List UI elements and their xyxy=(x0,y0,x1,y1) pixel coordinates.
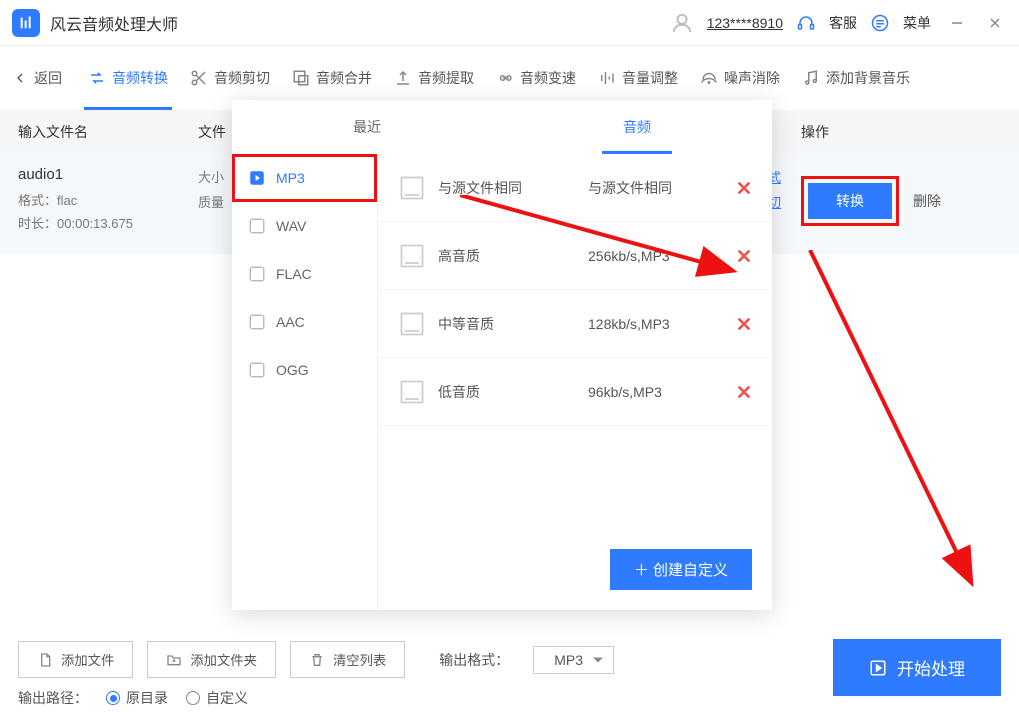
close-button[interactable] xyxy=(983,11,1007,35)
file-add-icon xyxy=(37,652,53,668)
tab-bgmusic[interactable]: 添加背景音乐 xyxy=(798,46,914,110)
speed-icon xyxy=(496,69,514,87)
file-icon xyxy=(398,310,426,338)
tab-audio-convert[interactable]: 音频转换 xyxy=(84,46,172,110)
file-icon xyxy=(398,378,426,406)
title-bar: 风云音频处理大师 123****8910 客服 菜单 xyxy=(0,0,1019,46)
play-icon xyxy=(869,659,887,677)
app-logo xyxy=(12,9,40,37)
user-icon xyxy=(671,12,693,34)
panel-tab-recent[interactable]: 最近 xyxy=(232,100,502,154)
user-id[interactable]: 123****8910 xyxy=(707,15,783,31)
extract-icon xyxy=(394,69,412,87)
back-label: 返回 xyxy=(34,68,62,88)
clear-list-button[interactable]: 清空列表 xyxy=(290,641,405,678)
annotation-arrow xyxy=(790,250,990,600)
audio-icon xyxy=(248,217,266,235)
quality-row[interactable]: 低音质 96kb/s,MP3 xyxy=(378,358,772,426)
radio-custom-dir[interactable]: 自定义 xyxy=(186,688,248,708)
format-mp3[interactable]: MP3 xyxy=(232,154,377,202)
audio-icon xyxy=(248,265,266,283)
start-process-button[interactable]: 开始处理 xyxy=(833,639,1001,696)
menu-label[interactable]: 菜单 xyxy=(903,13,931,33)
minimize-button[interactable] xyxy=(945,11,969,35)
output-format-label: 输出格式： xyxy=(439,650,509,670)
quality-row[interactable]: 中等音质 128kb/s,MP3 xyxy=(378,290,772,358)
noise-icon xyxy=(700,69,718,87)
file-duration: 时长：00:00:13.675 xyxy=(18,212,198,235)
file-name: audio1 xyxy=(18,166,198,183)
convert-highlight: 转换 xyxy=(801,176,899,226)
merge-icon xyxy=(292,69,310,87)
col-name: 输入文件名 xyxy=(18,122,198,142)
file-icon xyxy=(398,174,426,202)
quality-pane: 与源文件相同 与源文件相同 高音质 256kb/s,MP3 中等音质 128kb… xyxy=(378,154,772,610)
delete-button[interactable]: 删除 xyxy=(913,191,941,211)
create-custom-button[interactable]: ＋ 创建自定义 xyxy=(610,549,752,590)
convert-button[interactable]: 转换 xyxy=(808,183,892,219)
volume-icon xyxy=(598,69,616,87)
file-icon xyxy=(398,242,426,270)
audio-icon xyxy=(248,169,266,187)
format-panel: 最近 音频 MP3 WAV FLAC AAC OGG xyxy=(232,100,772,610)
format-ogg[interactable]: OGG xyxy=(232,346,377,394)
format-wav[interactable]: WAV xyxy=(232,202,377,250)
quality-row[interactable]: 高音质 256kb/s,MP3 xyxy=(378,222,772,290)
format-sidebar: MP3 WAV FLAC AAC OGG xyxy=(232,154,378,610)
scissors-icon xyxy=(190,69,208,87)
app-title: 风云音频处理大师 xyxy=(50,11,178,35)
radio-original-dir[interactable]: 原目录 xyxy=(106,688,168,708)
col-op: 操作 xyxy=(801,122,1001,142)
delete-icon[interactable] xyxy=(736,248,752,264)
delete-icon[interactable] xyxy=(736,180,752,196)
convert-icon xyxy=(88,69,106,87)
delete-icon[interactable] xyxy=(736,384,752,400)
bottom-bar: 添加文件 添加文件夹 清空列表 输出格式： MP3 输出路径： 原目录 自定义 … xyxy=(0,627,1019,722)
back-button[interactable]: 返回 xyxy=(12,68,62,88)
delete-icon[interactable] xyxy=(736,316,752,332)
trash-icon xyxy=(309,652,325,668)
music-icon xyxy=(802,69,820,87)
headset-icon xyxy=(797,14,815,32)
service-label[interactable]: 客服 xyxy=(829,13,857,33)
quality-row[interactable]: 与源文件相同 与源文件相同 xyxy=(378,154,772,222)
format-aac[interactable]: AAC xyxy=(232,298,377,346)
menu-icon xyxy=(871,14,889,32)
audio-icon xyxy=(248,313,266,331)
folder-add-icon xyxy=(166,652,182,668)
add-file-button[interactable]: 添加文件 xyxy=(18,641,133,678)
audio-icon xyxy=(248,361,266,379)
panel-tab-audio[interactable]: 音频 xyxy=(502,100,772,154)
output-path-label: 输出路径： xyxy=(18,688,88,708)
file-format: 格式：flac xyxy=(18,189,198,212)
output-format-select[interactable]: MP3 xyxy=(533,646,614,674)
format-flac[interactable]: FLAC xyxy=(232,250,377,298)
add-folder-button[interactable]: 添加文件夹 xyxy=(147,641,276,678)
